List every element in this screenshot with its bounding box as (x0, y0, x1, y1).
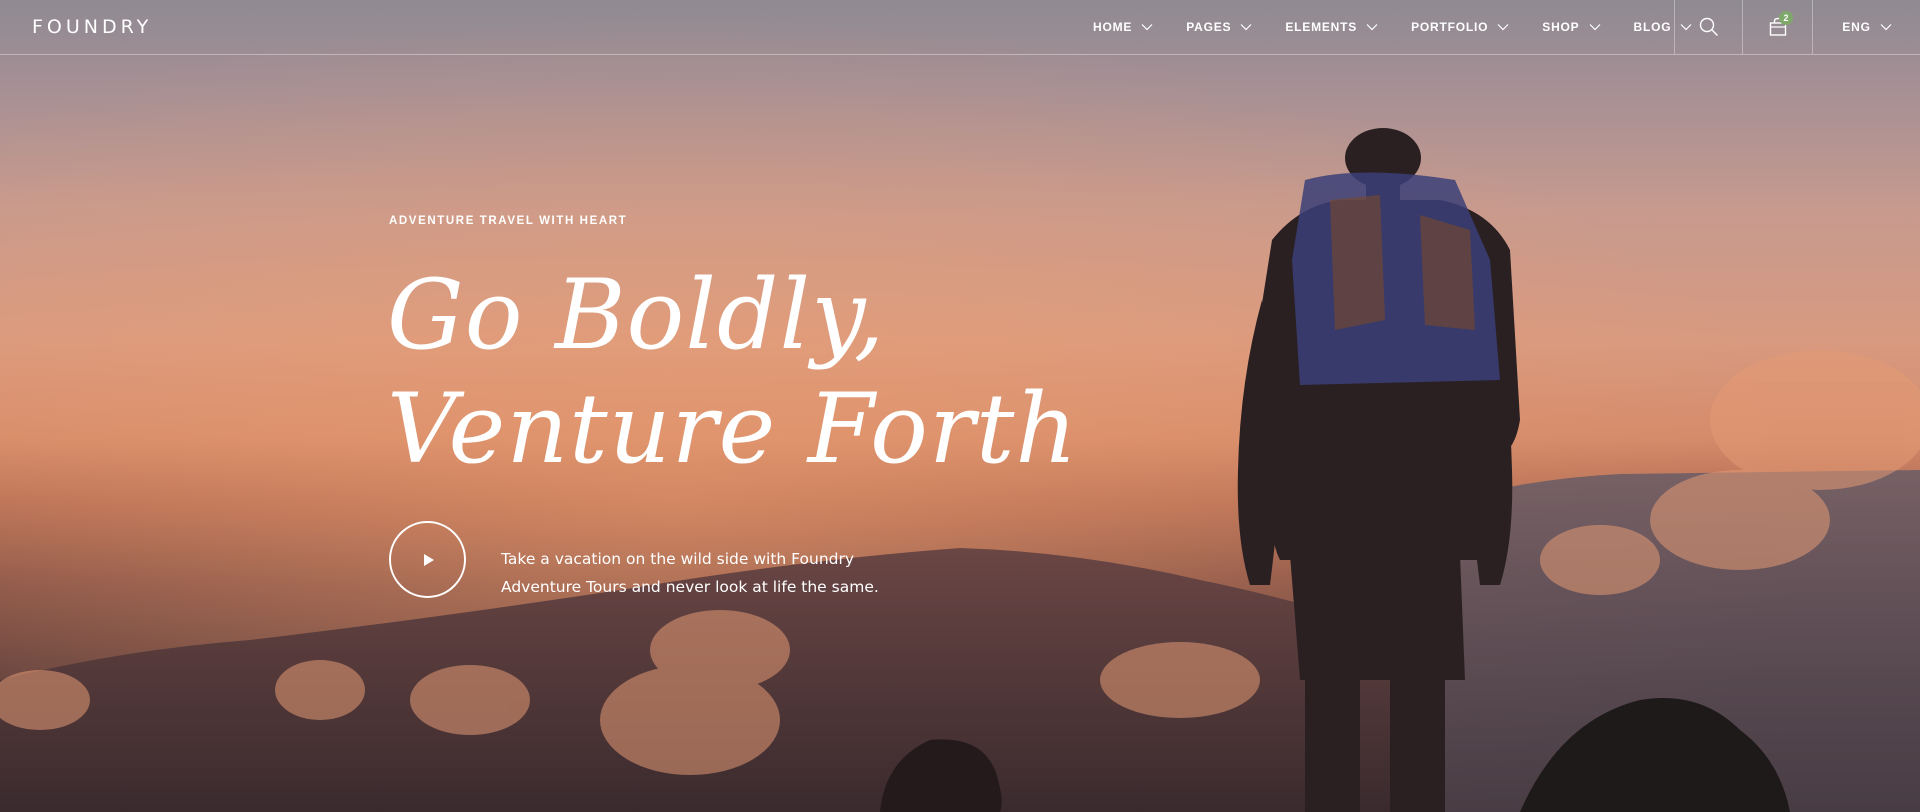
language-selector[interactable]: ENG (1812, 0, 1920, 54)
chevron-down-icon (1366, 24, 1378, 31)
hero-headline: Go Boldly, Venture Forth (387, 258, 1078, 486)
nav-item-label: SHOP (1542, 20, 1580, 34)
play-video-button[interactable] (389, 521, 466, 598)
nav-item-label: PAGES (1186, 20, 1232, 34)
nav-item-portfolio[interactable]: PORTFOLIO (1411, 20, 1509, 34)
nav-item-label: ELEMENTS (1285, 20, 1358, 34)
nav-item-pages[interactable]: PAGES (1186, 20, 1252, 34)
nav-item-elements[interactable]: ELEMENTS (1285, 20, 1378, 34)
nav-item-label: PORTFOLIO (1411, 20, 1489, 34)
chevron-down-icon (1240, 24, 1252, 31)
search-icon (1699, 17, 1718, 36)
search-button[interactable] (1674, 0, 1743, 54)
hero-headline-line-2: Venture Forth (387, 373, 1079, 485)
site-header: FOUNDRY HOME PAGES ELEMENTS PORTFOLIO SH… (0, 0, 1920, 55)
nav-item-label: HOME (1093, 20, 1133, 34)
play-icon (423, 553, 434, 566)
hero-lead-text: Take a vacation on the wild side with Fo… (501, 549, 879, 596)
chevron-down-icon (1589, 24, 1600, 31)
hero-eyebrow: ADVENTURE TRAVEL WITH HEART (389, 215, 628, 227)
nav-item-shop[interactable]: SHOP (1542, 20, 1600, 34)
nav-item-home[interactable]: HOME (1093, 20, 1153, 34)
hero-headline-line-1: Go Boldly, (387, 259, 886, 371)
cart-button[interactable]: 2 (1742, 0, 1813, 54)
chevron-down-icon (1880, 24, 1892, 31)
chevron-down-icon (1141, 24, 1153, 31)
hero-section: FOUNDRY HOME PAGES ELEMENTS PORTFOLIO SH… (0, 0, 1920, 812)
cart-count-badge: 2 (1779, 11, 1793, 25)
chevron-down-icon (1497, 24, 1509, 31)
site-logo[interactable]: FOUNDRY (32, 16, 152, 38)
main-nav: HOME PAGES ELEMENTS PORTFOLIO SHOP BLOG (1093, 0, 1725, 54)
nav-item-label: BLOG (1633, 20, 1672, 34)
language-label: ENG (1842, 20, 1871, 34)
